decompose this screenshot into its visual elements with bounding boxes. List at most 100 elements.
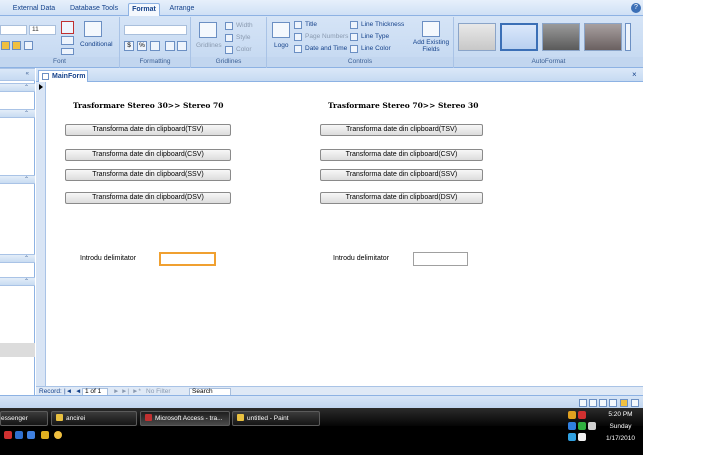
nav-group-header-1[interactable]: ⌃ [0, 83, 35, 92]
page-numbers-icon[interactable] [294, 33, 302, 41]
line-thickness-icon[interactable] [350, 21, 358, 29]
left-transform-ssv-button[interactable]: Transforma date din clipboard(SSV) [65, 169, 231, 181]
taskbar-button-label: untitled - Paint [247, 415, 289, 422]
width-icon[interactable] [225, 22, 233, 30]
close-form-icon[interactable]: × [632, 70, 637, 79]
title-icon[interactable] [294, 21, 302, 29]
left-transform-dsv-button[interactable]: Transforma date din clipboard(DSV) [65, 192, 231, 204]
alternate-fill-icon[interactable] [61, 48, 74, 55]
conditional-formatting-icon[interactable] [84, 21, 102, 37]
page-numbers-label[interactable]: Page Numbers [305, 33, 348, 40]
left-transform-tsv-button[interactable]: Transforma date din clipboard(TSV) [65, 124, 231, 136]
tray-icon-3[interactable] [568, 422, 576, 430]
comma-style-icon[interactable] [150, 41, 160, 51]
autoformat-option-1[interactable] [458, 23, 496, 51]
date-time-icon[interactable] [294, 45, 302, 53]
design-view-icon[interactable] [620, 399, 628, 407]
autoformat-option-4[interactable] [584, 23, 622, 51]
nav-group-header-5[interactable]: ⌃ [0, 277, 35, 286]
left-transform-csv-button[interactable]: Transforma date din clipboard(CSV) [65, 149, 231, 161]
taskbar-button-access[interactable]: Microsoft Access - tra... [140, 411, 230, 426]
line-type-icon[interactable] [350, 33, 358, 41]
nav-group-header-2[interactable]: ⌃ [0, 109, 35, 118]
tab-arrange[interactable]: Arrange [163, 3, 201, 16]
pivot-view-icon[interactable] [609, 399, 617, 407]
taskbar-button-ancirei[interactable]: ancirei [51, 411, 137, 426]
quick-launch-icon-1[interactable] [4, 431, 12, 439]
gridlines-label[interactable]: Gridlines [196, 42, 222, 49]
font-color-icon[interactable] [61, 21, 74, 34]
line-type-label[interactable]: Line Type [361, 33, 389, 40]
tray-icon-4[interactable] [578, 422, 586, 430]
line-thickness-label[interactable]: Line Thickness [361, 21, 404, 28]
taskbar-button-paint[interactable]: untitled - Paint [232, 411, 320, 426]
conditional-label[interactable]: Conditional [80, 41, 113, 48]
tab-mainform[interactable]: MainForm [38, 70, 88, 82]
formatting-group-label: Formatting [120, 57, 190, 67]
taskbar-button-messenger[interactable]: essenger [0, 411, 48, 426]
quick-launch-icon-2[interactable] [15, 431, 23, 439]
percent-icon[interactable]: % [137, 41, 147, 51]
currency-icon[interactable]: $ [124, 41, 134, 51]
align-left-icon[interactable] [1, 41, 10, 50]
format-painter-icon[interactable] [24, 41, 33, 50]
form-view-icon[interactable] [579, 399, 587, 407]
align-center-icon[interactable] [12, 41, 21, 50]
logo-label[interactable]: Logo [274, 42, 288, 49]
color-icon[interactable] [225, 46, 233, 54]
date-time-label[interactable]: Date and Time [305, 45, 347, 52]
nav-group-header-3[interactable]: ⌃ [0, 175, 35, 184]
tray-icon-7[interactable] [578, 433, 586, 441]
tab-format[interactable]: Format [128, 3, 160, 16]
title-label[interactable]: Title [305, 21, 317, 28]
tray-icon-2[interactable] [578, 411, 586, 419]
clock-day: Sunday [609, 423, 632, 430]
nav-selected-item[interactable] [0, 343, 35, 357]
line-color-label[interactable]: Line Color [361, 45, 391, 52]
left-delimiter-input[interactable] [159, 252, 216, 266]
width-label[interactable]: Width [236, 22, 253, 29]
line-color-icon[interactable] [350, 45, 358, 53]
color-label[interactable]: Color [236, 46, 252, 53]
datasheet-view-icon[interactable] [589, 399, 597, 407]
style-label[interactable]: Style [236, 34, 250, 41]
quick-launch-icon-3[interactable] [27, 431, 35, 439]
controls-group-label: Controls [267, 57, 453, 67]
gridlines-icon[interactable] [199, 22, 217, 38]
add-existing-fields-icon[interactable] [422, 21, 440, 37]
quick-launch-icon-5[interactable] [54, 431, 62, 439]
taskbar-button-label: Microsoft Access - tra... [155, 415, 223, 422]
autoformat-scroll-icon[interactable] [625, 23, 631, 51]
right-heading: Trasformare Stereo 70>> Stereo 30 [328, 101, 479, 110]
font-size-dropdown[interactable]: 11 [29, 25, 56, 35]
logo-icon[interactable] [272, 22, 290, 38]
increase-decimals-icon[interactable] [165, 41, 175, 51]
right-transform-dsv-button[interactable]: Transforma date din clipboard(DSV) [320, 192, 483, 204]
layout-view-icon[interactable] [599, 399, 607, 407]
quick-launch-icon-4[interactable] [41, 431, 49, 439]
volume-icon[interactable] [588, 422, 596, 430]
decrease-decimals-icon[interactable] [177, 41, 187, 51]
format-dropdown[interactable] [124, 25, 187, 35]
tray-icon-6[interactable] [568, 433, 576, 441]
tray-icon-1[interactable] [568, 411, 576, 419]
font-name-dropdown[interactable] [0, 25, 27, 35]
help-icon[interactable]: ? [631, 3, 641, 13]
nav-pane-header[interactable]: « [0, 68, 35, 81]
clock[interactable]: 5:20 PM Sunday 1/17/2010 [598, 410, 643, 444]
add-existing-fields-label[interactable]: Add Existing Fields [412, 39, 450, 53]
fill-color-icon[interactable] [61, 36, 74, 45]
right-delimiter-input[interactable] [413, 252, 468, 266]
right-transform-tsv-button[interactable]: Transforma date din clipboard(TSV) [320, 124, 483, 136]
right-transform-csv-button[interactable]: Transforma date din clipboard(CSV) [320, 149, 483, 161]
tab-external-data[interactable]: External Data [6, 3, 62, 16]
report-view-icon[interactable] [631, 399, 639, 407]
autoformat-option-2[interactable] [500, 23, 538, 51]
style-icon[interactable] [225, 34, 233, 42]
autoformat-option-3[interactable] [542, 23, 580, 51]
clock-time: 5:20 PM [608, 411, 633, 418]
record-selector[interactable] [36, 82, 46, 386]
tab-database-tools[interactable]: Database Tools [64, 3, 124, 16]
nav-group-header-4[interactable]: ⌃ [0, 254, 35, 263]
right-transform-ssv-button[interactable]: Transforma date din clipboard(SSV) [320, 169, 483, 181]
